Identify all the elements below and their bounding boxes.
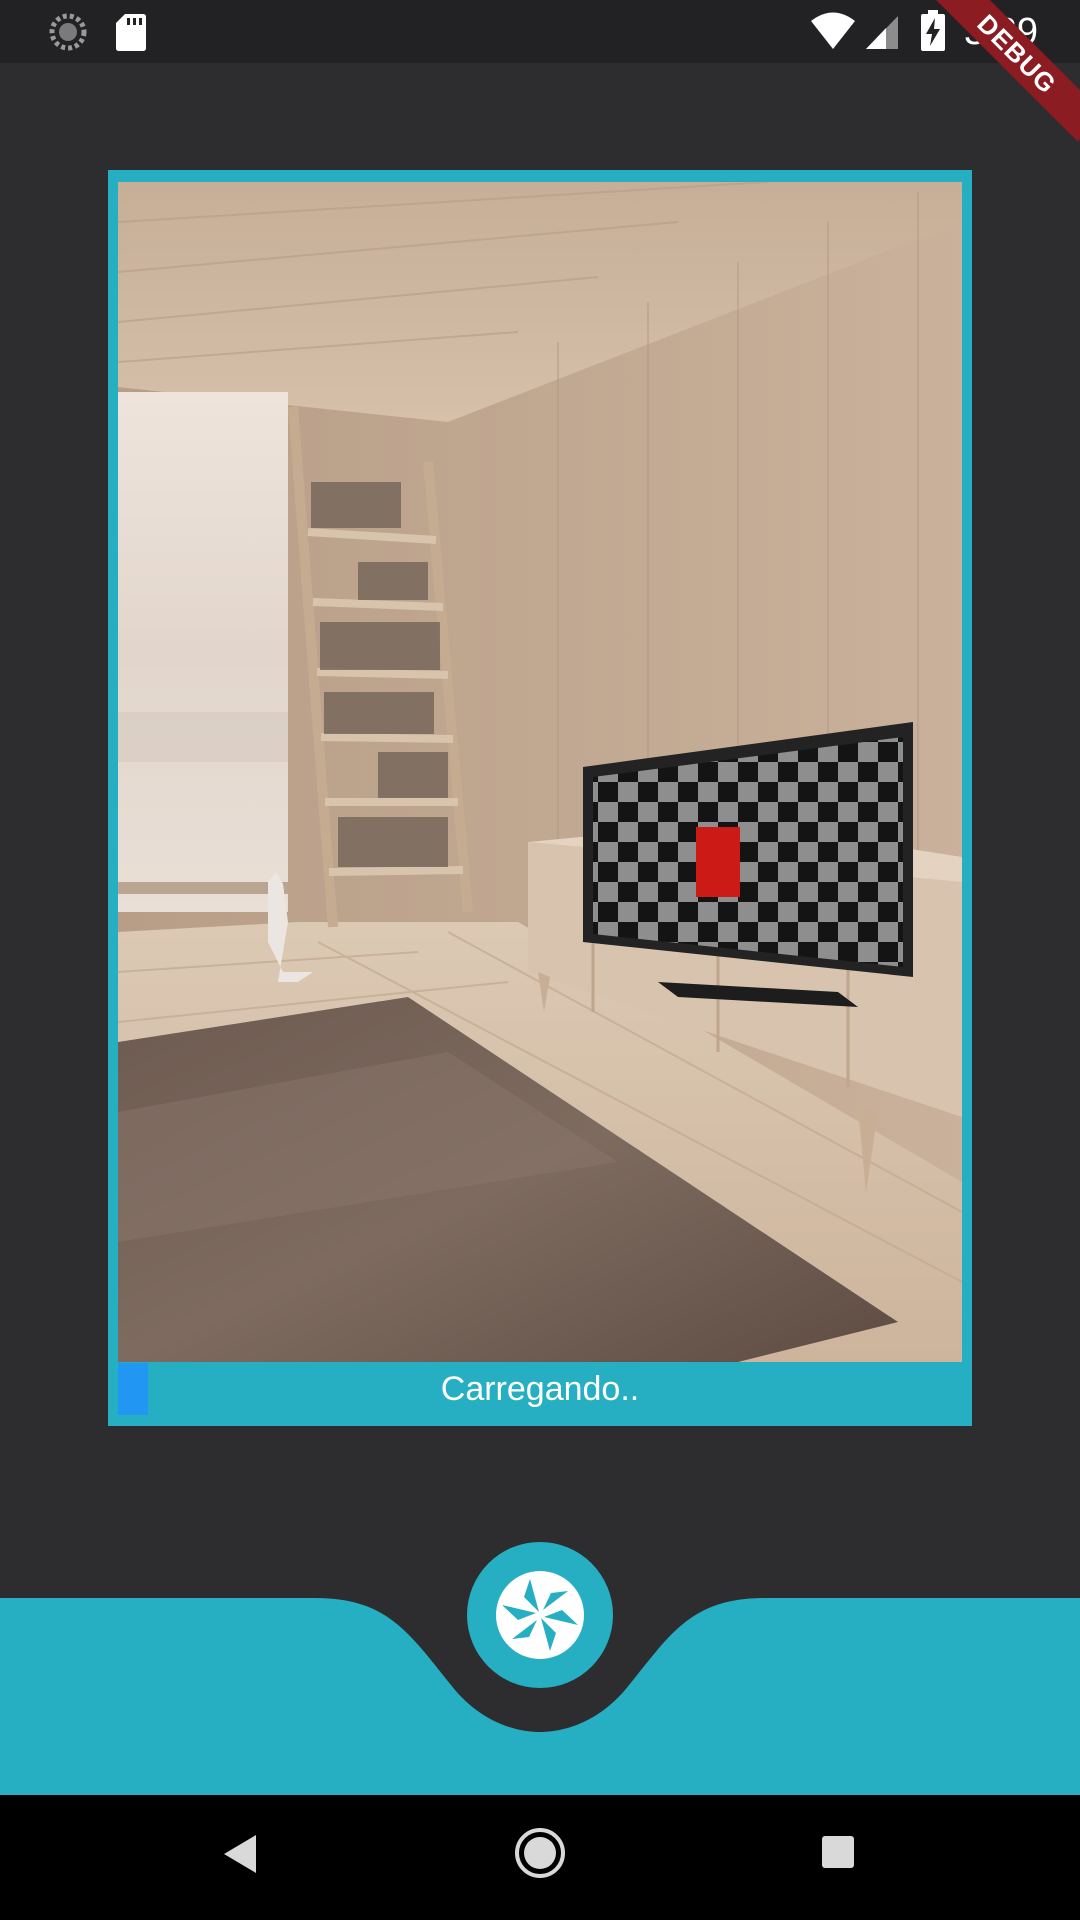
capture-button[interactable] xyxy=(467,1542,613,1688)
sd-card-icon xyxy=(115,12,147,57)
camera-preview xyxy=(118,182,962,1362)
wifi-icon xyxy=(810,12,856,55)
room-scene-image xyxy=(118,182,962,1362)
camera-shutter-icon xyxy=(496,1571,584,1659)
camera-frame: Carregando.. xyxy=(108,170,972,1426)
home-icon[interactable] xyxy=(514,1827,566,1884)
recents-icon[interactable] xyxy=(821,1835,855,1874)
loading-label: Carregando.. xyxy=(440,1370,640,1408)
battery-charging-icon xyxy=(920,10,946,57)
navigation-bar xyxy=(0,1795,1080,1920)
sync-icon xyxy=(48,12,88,57)
loading-bar: Carregando.. xyxy=(118,1363,962,1415)
back-icon[interactable] xyxy=(222,1833,258,1880)
signal-icon xyxy=(864,14,900,55)
status-bar: 3:39 xyxy=(0,0,1080,63)
